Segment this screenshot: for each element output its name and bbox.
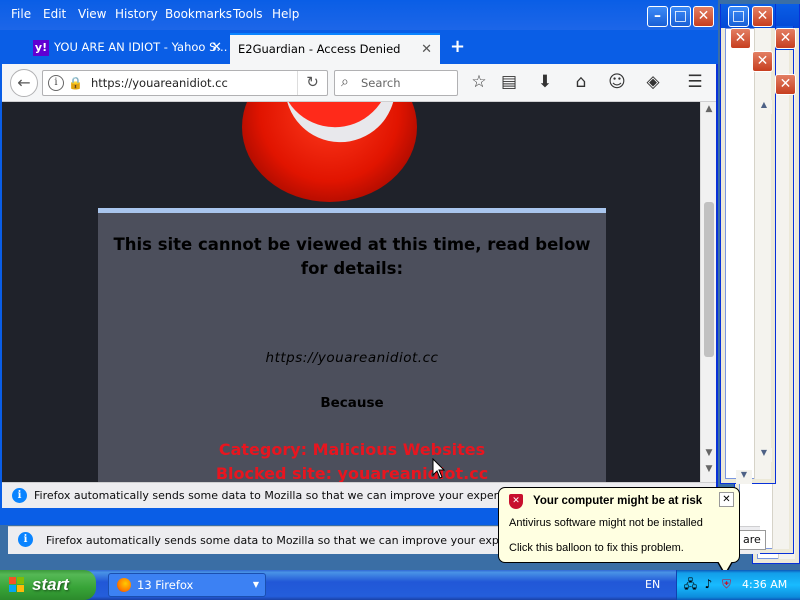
menu-file[interactable]: File: [11, 7, 31, 21]
info-icon[interactable]: i: [48, 75, 64, 91]
e2guardian-logo: [242, 102, 417, 202]
bg-scroll-up-1[interactable]: ▲: [756, 100, 772, 114]
security-balloon[interactable]: ✕ Your computer might be at risk ✕ Antiv…: [498, 487, 740, 576]
network-icon[interactable]: 🖧: [683, 577, 698, 592]
navigation-toolbar: ← i 🔒 https://youareanidiot.cc ↻ ⌕ Searc…: [2, 64, 716, 102]
search-placeholder: Search: [361, 76, 401, 90]
menu-help[interactable]: Help: [272, 7, 299, 21]
block-category: Category: Malicious Websites: [218, 440, 486, 459]
reload-icon[interactable]: ↻: [297, 71, 327, 95]
bg-close-button-5[interactable]: ✕: [775, 74, 796, 95]
mouse-cursor: [432, 458, 446, 479]
page-content: This site cannot be viewed at this time,…: [2, 102, 700, 482]
task-label: 13 Firefox: [137, 578, 194, 592]
menu-view[interactable]: View: [78, 7, 106, 21]
pocket-icon[interactable]: ◈: [642, 72, 664, 92]
bookmark-star-icon[interactable]: ☆: [468, 72, 490, 92]
balloon-close-button[interactable]: ✕: [719, 492, 734, 507]
bg-scroll-down-1[interactable]: ▼: [756, 448, 772, 462]
tab-strip: y! YOU ARE AN IDIOT - Yahoo S... ✕ E2Guar…: [0, 30, 718, 64]
tab-label: E2Guardian - Access Denied: [238, 42, 401, 56]
because-label: Because: [320, 395, 384, 411]
taskbar-firefox-group[interactable]: 13 Firefox ▼: [108, 573, 266, 597]
security-center-icon[interactable]: ⛨: [719, 577, 734, 592]
url-text[interactable]: https://youareanidiot.cc: [91, 76, 228, 90]
taskbar: start 13 Firefox ▼ EN 🖧 ♪ ⛨ 4:36 AM: [0, 570, 800, 600]
scroll-up-arrow[interactable]: ▲: [701, 104, 717, 114]
close-tab-icon[interactable]: ✕: [421, 35, 432, 64]
start-label: start: [32, 575, 69, 594]
bg-close-button-2[interactable]: ✕: [730, 28, 751, 49]
close-tab-icon[interactable]: ✕: [211, 33, 222, 62]
tab-yahoo[interactable]: y! YOU ARE AN IDIOT - Yahoo S... ✕: [25, 33, 230, 64]
close-window-button[interactable]: ✕: [693, 6, 714, 27]
blocked-site: Blocked site: youareanidiot.cc: [215, 464, 489, 482]
block-heading: This site cannot be viewed at this time,…: [113, 235, 591, 278]
balloon-line-2: Click this balloon to fix this problem.: [509, 542, 684, 554]
scroll-down-arrow[interactable]: ▼: [701, 448, 717, 458]
vertical-scrollbar[interactable]: ▲ ▼ ▼: [700, 102, 716, 482]
menu-history[interactable]: History: [115, 7, 158, 21]
bg-scroll-down-2[interactable]: ▼: [736, 470, 752, 484]
scroll-thumb[interactable]: [704, 202, 714, 357]
library-icon[interactable]: ▤: [498, 72, 520, 92]
balloon-line-1: Antivirus software might not be installe…: [509, 517, 703, 529]
home-icon[interactable]: ⌂: [570, 72, 592, 92]
scroll-down-arrow-2[interactable]: ▼: [701, 464, 717, 474]
smiley-feedback-icon[interactable]: ☺: [606, 72, 628, 92]
volume-icon[interactable]: ♪: [701, 577, 716, 592]
firefox-window: File Edit View History Bookmarks Tools H…: [0, 0, 718, 525]
bg-close-button-4[interactable]: ✕: [775, 28, 796, 49]
notification-text: Firefox automatically sends some data to…: [46, 534, 544, 547]
partial-button[interactable]: are: [738, 530, 766, 550]
clock: 4:36 AM: [742, 578, 788, 591]
balloon-title: Your computer might be at risk: [533, 495, 703, 507]
menu-tools[interactable]: Tools: [233, 7, 263, 21]
firefox-icon: [117, 578, 131, 592]
minimize-button[interactable]: –: [647, 6, 668, 27]
chevron-down-icon: ▼: [252, 580, 259, 589]
language-indicator[interactable]: EN: [645, 578, 660, 591]
info-icon: i: [18, 532, 33, 547]
info-icon: i: [12, 488, 27, 503]
notification-text: Firefox automatically sends some data to…: [34, 489, 532, 502]
yahoo-icon: y!: [33, 39, 49, 56]
tab-e2guardian[interactable]: E2Guardian - Access Denied ✕: [230, 33, 440, 64]
new-tab-button[interactable]: +: [450, 36, 465, 57]
bg-maximize-button[interactable]: □: [728, 6, 749, 27]
menu-bar: File Edit View History Bookmarks Tools H…: [0, 0, 718, 30]
start-button[interactable]: start: [0, 570, 96, 600]
search-icon: ⌕: [341, 74, 349, 90]
hamburger-menu-icon[interactable]: ☰: [684, 72, 706, 92]
tab-label: YOU ARE AN IDIOT - Yahoo S...: [54, 40, 228, 54]
lock-warning-icon[interactable]: 🔒: [68, 76, 83, 90]
blocked-url: https://youareanidiot.cc: [265, 350, 439, 366]
menu-edit[interactable]: Edit: [43, 7, 66, 21]
downloads-icon[interactable]: ⬇: [534, 72, 556, 92]
url-bar[interactable]: i 🔒 https://youareanidiot.cc ↻: [42, 70, 328, 96]
block-panel: This site cannot be viewed at this time,…: [98, 208, 606, 482]
background-window-2[interactable]: [720, 4, 776, 484]
bg-close-button-3[interactable]: ✕: [752, 51, 773, 72]
menu-bookmarks[interactable]: Bookmarks: [165, 7, 232, 21]
back-button[interactable]: ←: [10, 69, 38, 97]
security-shield-icon: ✕: [509, 494, 523, 509]
maximize-button[interactable]: □: [670, 6, 691, 27]
windows-flag-icon: [9, 577, 26, 593]
search-bar[interactable]: ⌕ Search: [334, 70, 458, 96]
bg-close-button-1[interactable]: ✕: [752, 6, 773, 27]
